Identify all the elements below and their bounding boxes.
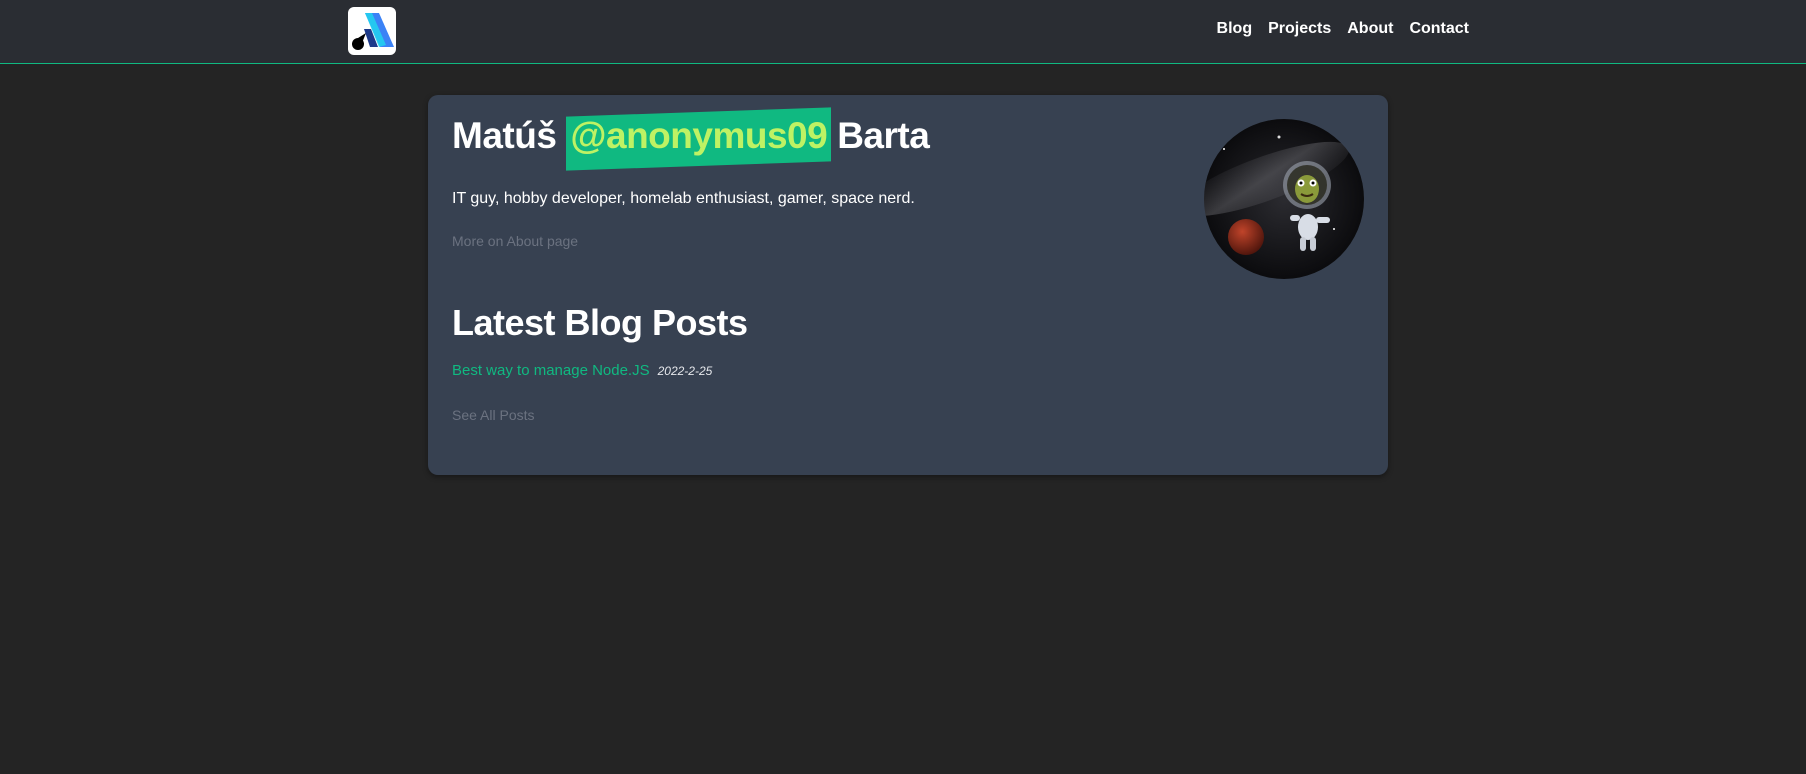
nav-blog-link[interactable]: Blog: [1217, 20, 1253, 38]
profile-name-heading: Matúš @anonymus09 Barta: [452, 107, 930, 171]
see-all-posts-link[interactable]: See All Posts: [452, 407, 535, 423]
nav-projects-link[interactable]: Projects: [1268, 20, 1331, 38]
top-navbar: Blog Projects About Contact: [0, 0, 1806, 64]
profile-card: Matúš @anonymus09 Barta IT guy, hobby deve…: [428, 95, 1388, 475]
last-name: Barta: [837, 115, 930, 156]
blog-post-link[interactable]: Best way to manage Node.JS: [452, 362, 650, 379]
username-handle: @anonymus09: [570, 115, 828, 156]
profile-bio: IT guy, hobby developer, homelab enthusi…: [452, 190, 915, 207]
blog-post-date: 2022-2-25: [657, 364, 713, 378]
first-name: Matúš: [452, 115, 557, 156]
handle-highlight: @anonymus09: [566, 107, 832, 171]
main-nav: Blog Projects About Contact: [1217, 20, 1469, 38]
nav-contact-link[interactable]: Contact: [1409, 20, 1469, 38]
nav-about-link[interactable]: About: [1347, 20, 1393, 38]
about-page-link[interactable]: More on About page: [452, 233, 578, 249]
latest-posts-heading: Latest Blog Posts: [452, 302, 748, 343]
astronaut-avatar: [1204, 119, 1364, 279]
site-logo-icon[interactable]: [348, 7, 396, 55]
blog-post-item: Best way to manage Node.JS 2022-2-25: [452, 362, 712, 379]
